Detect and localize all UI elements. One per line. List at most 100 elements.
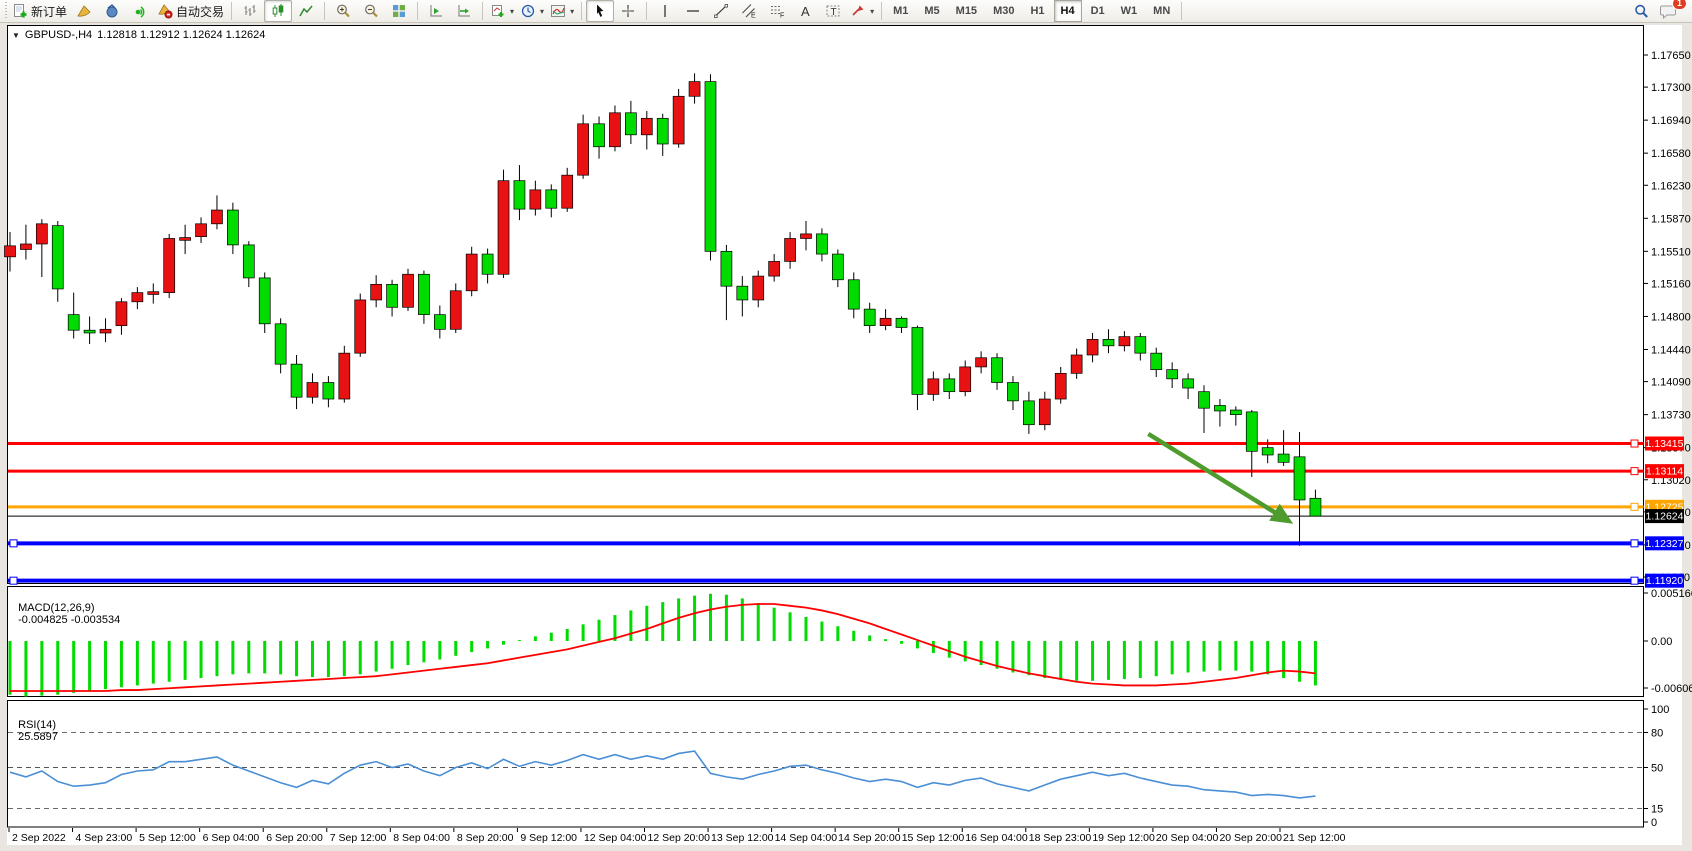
autotrading-button[interactable]: 自动交易: [154, 0, 227, 22]
candle[interactable]: [721, 251, 732, 286]
candle[interactable]: [1278, 454, 1289, 462]
zoom-out-button[interactable]: [357, 0, 385, 22]
candle[interactable]: [609, 113, 620, 147]
candle[interactable]: [418, 274, 429, 314]
candle[interactable]: [116, 302, 127, 326]
candle[interactable]: [673, 96, 684, 144]
text-tool-button[interactable]: A: [791, 0, 819, 22]
candle[interactable]: [514, 181, 525, 209]
candle[interactable]: [912, 327, 923, 394]
periods-button[interactable]: ▾: [517, 0, 547, 22]
chart-canvas[interactable]: 1.176501.173001.169401.165801.162301.158…: [0, 0, 1692, 851]
candle[interactable]: [275, 324, 286, 364]
candle[interactable]: [944, 379, 955, 392]
candle[interactable]: [339, 353, 350, 399]
candle[interactable]: [1183, 379, 1194, 388]
candle[interactable]: [546, 190, 557, 208]
line-handle[interactable]: [1631, 540, 1638, 547]
candle[interactable]: [1007, 383, 1018, 401]
candle[interactable]: [976, 358, 987, 367]
candle[interactable]: [705, 82, 716, 252]
candle[interactable]: [753, 276, 764, 300]
main-chart-panel[interactable]: [8, 26, 1644, 584]
candle[interactable]: [1230, 410, 1241, 415]
text-label-button[interactable]: T: [819, 0, 847, 22]
candle[interactable]: [148, 292, 159, 295]
candle[interactable]: [1294, 457, 1305, 500]
cursor-button[interactable]: [586, 0, 614, 22]
line-handle[interactable]: [10, 577, 17, 584]
signals-button[interactable]: [126, 0, 154, 22]
search-button[interactable]: [1627, 0, 1655, 22]
candle[interactable]: [387, 284, 398, 307]
chart-shift-button[interactable]: [422, 0, 450, 22]
timeframe-button-M1[interactable]: M1: [886, 0, 915, 22]
candle[interactable]: [52, 226, 63, 289]
candle[interactable]: [434, 315, 445, 330]
candle[interactable]: [832, 254, 843, 280]
candle[interactable]: [100, 329, 111, 333]
candle[interactable]: [737, 286, 748, 300]
candle[interactable]: [68, 315, 79, 331]
new-order-button[interactable]: 新订单: [9, 0, 70, 22]
candle[interactable]: [1199, 392, 1210, 409]
candle[interactable]: [657, 118, 668, 144]
timeframe-button-M5[interactable]: M5: [917, 0, 946, 22]
line-handle[interactable]: [1631, 468, 1638, 475]
line-handle[interactable]: [1631, 503, 1638, 510]
candle[interactable]: [1055, 373, 1066, 399]
chat-button[interactable]: 1: [1655, 0, 1683, 22]
candle[interactable]: [641, 118, 652, 135]
editor-button[interactable]: [70, 0, 98, 22]
candle[interactable]: [1246, 412, 1257, 451]
candle[interactable]: [816, 234, 827, 254]
candle[interactable]: [1103, 339, 1114, 345]
indicators-button[interactable]: ▾: [547, 0, 577, 22]
candle[interactable]: [307, 383, 318, 398]
fibonacci-button[interactable]: F: [763, 0, 791, 22]
timeframe-button-D1[interactable]: D1: [1084, 0, 1112, 22]
bar-chart-button[interactable]: [236, 0, 264, 22]
candle[interactable]: [450, 291, 461, 330]
candle[interactable]: [355, 300, 366, 353]
timeframe-button-M15[interactable]: M15: [949, 0, 984, 22]
timeframe-button-H4[interactable]: H4: [1054, 0, 1082, 22]
candle[interactable]: [196, 224, 207, 237]
candle[interactable]: [1167, 370, 1178, 379]
candle[interactable]: [1023, 401, 1034, 425]
macd-panel[interactable]: [8, 587, 1644, 697]
arrows-tool-button[interactable]: ▾: [847, 0, 877, 22]
candle[interactable]: [180, 238, 191, 241]
candle[interactable]: [323, 383, 334, 400]
vertical-line-button[interactable]: [651, 0, 679, 22]
candle[interactable]: [482, 254, 493, 274]
candle[interactable]: [689, 82, 700, 97]
candle[interactable]: [498, 181, 509, 275]
candle[interactable]: [992, 358, 1003, 383]
candle[interactable]: [291, 364, 302, 397]
candle[interactable]: [5, 246, 16, 257]
candle[interactable]: [84, 330, 95, 333]
community-button[interactable]: [98, 0, 126, 22]
candle[interactable]: [36, 224, 47, 244]
candle[interactable]: [259, 278, 270, 324]
candle[interactable]: [928, 379, 939, 395]
candle[interactable]: [1119, 337, 1130, 346]
zoom-in-button[interactable]: [329, 0, 357, 22]
horizontal-line-button[interactable]: [679, 0, 707, 22]
candle[interactable]: [371, 284, 382, 300]
candle[interactable]: [1151, 353, 1162, 370]
line-handle[interactable]: [1631, 577, 1638, 584]
candle[interactable]: [20, 244, 31, 250]
line-handle[interactable]: [1631, 440, 1638, 447]
candle[interactable]: [211, 210, 222, 224]
candle[interactable]: [801, 234, 812, 239]
candle[interactable]: [1310, 498, 1321, 516]
auto-scroll-button[interactable]: [450, 0, 478, 22]
candle[interactable]: [403, 274, 414, 307]
candle[interactable]: [848, 280, 859, 309]
candle[interactable]: [227, 210, 238, 245]
candle[interactable]: [880, 318, 891, 325]
toolbar-grip[interactable]: [5, 2, 7, 20]
candle[interactable]: [1262, 448, 1273, 455]
